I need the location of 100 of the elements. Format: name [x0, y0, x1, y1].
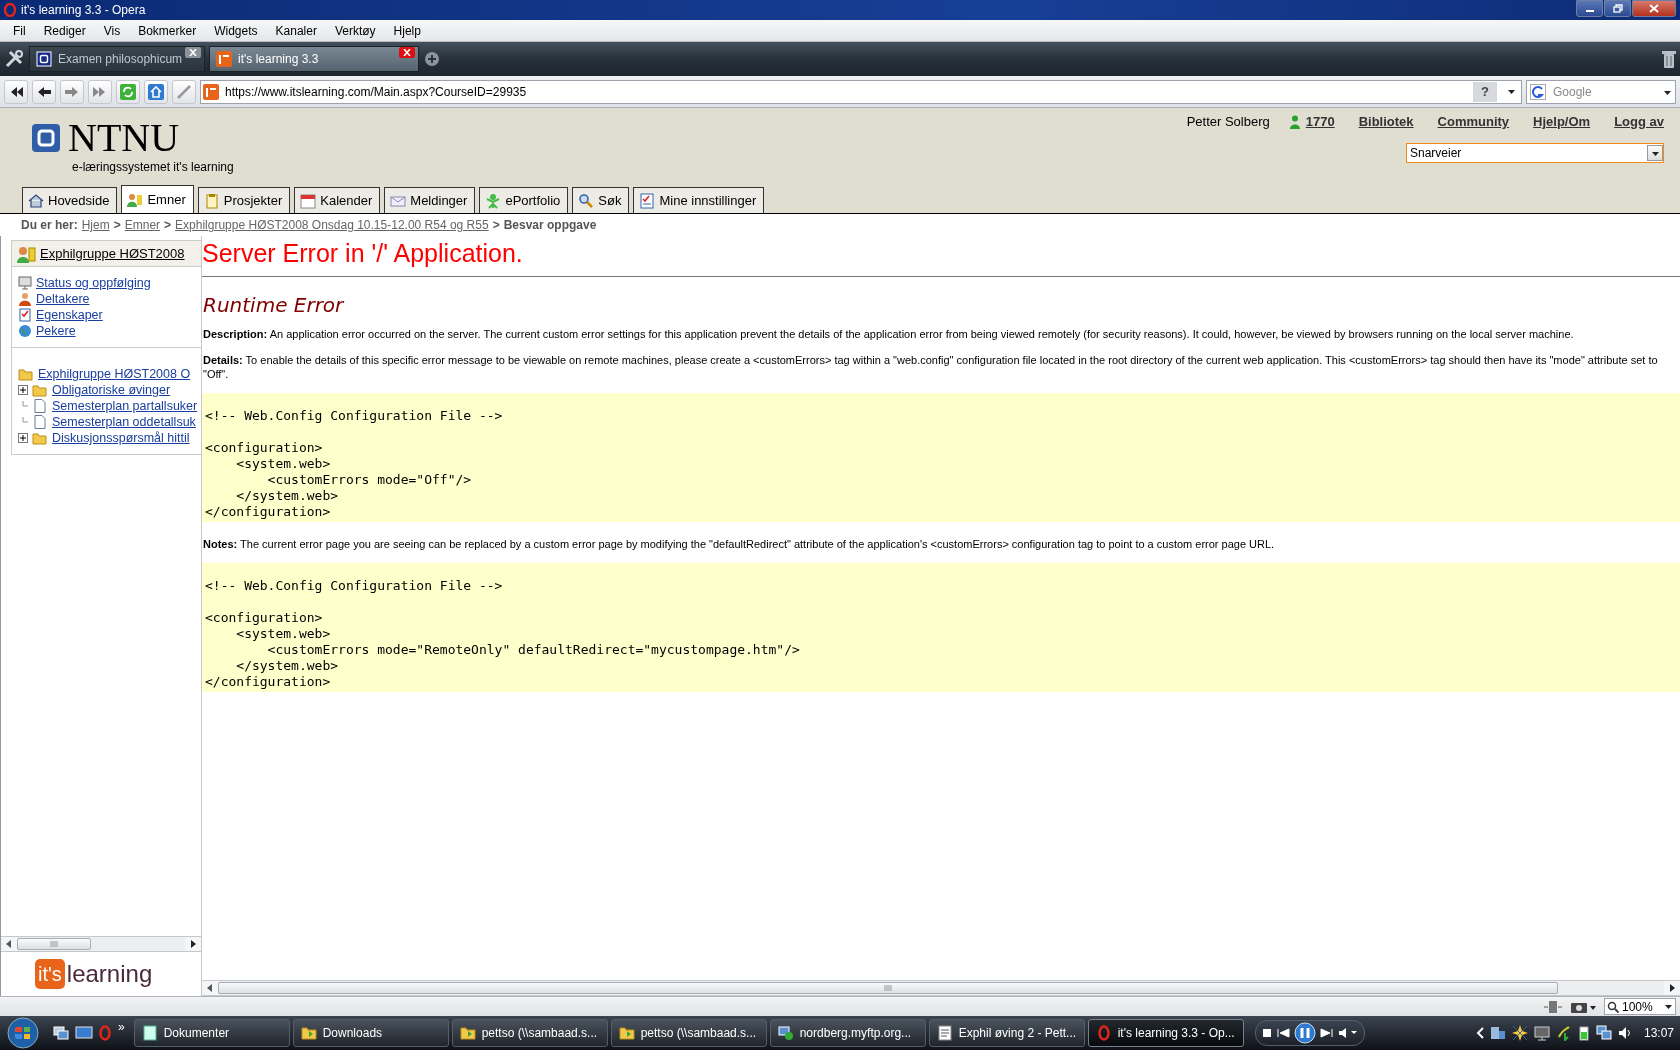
menu-item[interactable]: Vis: [94, 23, 130, 38]
restore-button[interactable]: [1604, 0, 1631, 17]
desktop-icon[interactable]: [75, 1025, 93, 1041]
reload-button[interactable]: [116, 79, 140, 104]
document-icon: [141, 1025, 158, 1041]
stop-icon[interactable]: [1261, 1028, 1272, 1038]
back-arrow-button[interactable]: [32, 79, 56, 104]
panel-icon[interactable]: [1544, 999, 1562, 1014]
nav-tab[interactable]: Søk: [572, 187, 630, 213]
shortcuts-dropdown[interactable]: Snarveier: [1406, 143, 1664, 163]
close-icon: [189, 49, 197, 56]
search-icon: [578, 192, 595, 209]
taskbar-button[interactable]: Exphil øving 2 - Pett...: [928, 1019, 1085, 1047]
browser-tab[interactable]: Examen philosophicum: [29, 46, 205, 72]
breadcrumb-link[interactable]: Emner: [124, 218, 161, 232]
zoom-field[interactable]: 100%: [1604, 998, 1676, 1015]
logo-text: learning: [66, 960, 153, 988]
tools-icon[interactable]: [3, 48, 25, 70]
taskbar-button[interactable]: it's learning 3.3 - Op...: [1087, 1019, 1244, 1047]
wand-button[interactable]: [172, 79, 196, 104]
error-title: Server Error in '/' Application.: [202, 238, 524, 268]
globe-icon: [18, 324, 32, 338]
close-button[interactable]: [1632, 0, 1676, 17]
menu-item[interactable]: Widgets: [205, 23, 267, 38]
header-link[interactable]: Community: [1437, 114, 1510, 129]
expand-icon[interactable]: [18, 385, 28, 395]
points-link[interactable]: 1770: [1305, 114, 1335, 129]
rewind-button[interactable]: [4, 79, 28, 104]
opera-icon[interactable]: [99, 1025, 111, 1041]
menu-item[interactable]: Hjelp: [384, 23, 430, 38]
square-logo-icon: [36, 51, 52, 67]
more-button[interactable]: »: [118, 1020, 125, 1034]
tab-close-button[interactable]: [399, 47, 415, 58]
tree-link[interactable]: Diskusjonsspørsmål hittil: [52, 431, 190, 445]
nav-tab[interactable]: Emner: [121, 185, 194, 213]
address-field[interactable]: https://www.itslearning.com/Main.aspx?CourseID=29935 ?: [200, 79, 1522, 104]
trash-icon[interactable]: [1661, 49, 1677, 69]
nav-tab[interactable]: Meldinger: [384, 187, 476, 213]
home-button[interactable]: [144, 79, 168, 104]
windows-switch-icon[interactable]: [53, 1025, 69, 1041]
tree-link[interactable]: Exphilgruppe HØST2008 O: [38, 367, 191, 381]
tree-link[interactable]: Semesterplan oddetallsuk: [52, 415, 196, 429]
menu-item[interactable]: Verktøy: [325, 23, 385, 38]
search-field[interactable]: Google: [1526, 79, 1676, 104]
sidebar-link[interactable]: Status og oppfølging: [36, 276, 151, 290]
tree-link[interactable]: Semesterplan partallsuker: [52, 399, 198, 413]
sidebar-link[interactable]: Pekere: [36, 324, 76, 338]
menu-item[interactable]: Fil: [4, 23, 35, 38]
breadcrumb-link[interactable]: Exphilgruppe HØST2008 Onsdag 10.15-12.00 R54 og R55: [175, 218, 489, 232]
tab-close-button[interactable]: [185, 47, 201, 58]
header-link[interactable]: Hjelp/Om: [1533, 114, 1591, 129]
breadcrumb-current: Besvar oppgave: [503, 218, 597, 232]
network-icon[interactable]: [1489, 1025, 1506, 1041]
nav-tab[interactable]: ePortfolio: [479, 187, 569, 213]
taskbar-button[interactable]: nordberg.myftp.org...: [769, 1019, 926, 1047]
window-title: it's learning 3.3 - Opera: [21, 3, 147, 17]
network-icon[interactable]: [1595, 1025, 1612, 1041]
media-controls[interactable]: [1254, 1020, 1365, 1046]
monitor-icon[interactable]: [1533, 1025, 1550, 1041]
monitor-icon: [18, 276, 32, 290]
header-link[interactable]: Bibliotek: [1358, 114, 1414, 129]
tree-link[interactable]: Obligatoriske øvinger: [52, 383, 171, 397]
taskbar-button[interactable]: pettso (\\sambaad.s...: [451, 1019, 608, 1047]
previous-icon[interactable]: [1275, 1028, 1290, 1038]
nav-tab[interactable]: Kalender: [294, 187, 381, 213]
menu-item[interactable]: Bokmerker: [129, 23, 206, 38]
header-link[interactable]: Logg av: [1614, 114, 1664, 129]
next-icon[interactable]: [1319, 1028, 1334, 1038]
horizontal-scrollbar[interactable]: [1, 936, 201, 952]
nav-tab[interactable]: Hovedside: [22, 187, 118, 213]
taskbar-button[interactable]: pettso (\\sambaad.s...: [610, 1019, 767, 1047]
site-info-button[interactable]: ?: [1473, 81, 1497, 102]
fast-forward-button[interactable]: [88, 79, 112, 104]
pause-icon[interactable]: [1293, 1022, 1316, 1044]
browser-tab[interactable]: it's learning 3.3: [209, 46, 419, 72]
nav-tab[interactable]: Prosjekter: [197, 187, 291, 213]
scroll-right-icon: [190, 940, 196, 948]
sidebar-link[interactable]: Deltakere: [36, 292, 90, 306]
new-tab-icon[interactable]: [423, 50, 441, 68]
clipboard-icon: [203, 192, 220, 209]
menu-item[interactable]: Kanaler: [266, 23, 326, 38]
menu-item[interactable]: Rediger: [34, 23, 95, 38]
nav-tab[interactable]: Mine innstillinger: [633, 187, 765, 213]
folder-icon: [32, 383, 48, 397]
square-logo-icon: [32, 124, 60, 152]
minimize-button[interactable]: [1576, 0, 1603, 17]
volume-icon[interactable]: [1617, 1026, 1632, 1040]
show-hidden-icon[interactable]: [1475, 1027, 1484, 1039]
taskbar-button[interactable]: Downloads: [292, 1019, 449, 1047]
breadcrumb-separator: >: [164, 218, 172, 232]
volume-icon[interactable]: [1337, 1028, 1358, 1038]
expand-icon[interactable]: [18, 433, 28, 443]
battery-icon[interactable]: [1577, 1025, 1590, 1041]
taskbar-button[interactable]: Dokumenter: [133, 1019, 290, 1047]
breadcrumb-link[interactable]: Hjem: [81, 218, 110, 232]
sidebar-link[interactable]: Egenskaper: [36, 308, 103, 322]
sparkle-icon[interactable]: [1511, 1025, 1528, 1041]
start-button-icon[interactable]: [7, 1017, 39, 1049]
scroll-left-icon: [6, 940, 12, 948]
horizontal-scrollbar[interactable]: [202, 980, 1680, 996]
